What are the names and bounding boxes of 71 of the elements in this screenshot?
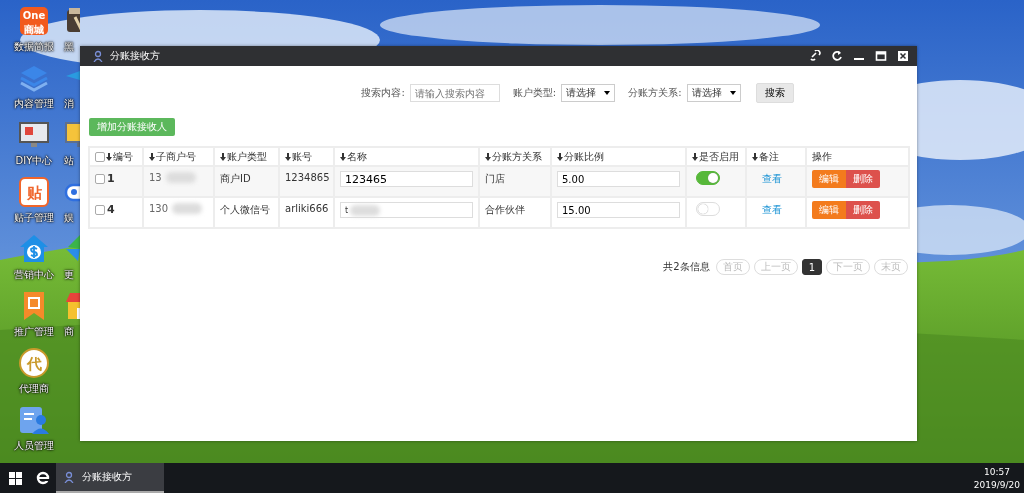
clock-time: 10:57 [983,466,1010,477]
table-cell: 4 [107,203,115,216]
name-field[interactable]: t [340,202,473,218]
table-cell: arliki666 [285,203,329,214]
icon-label: 内容管理 [14,97,54,111]
window-title: 分账接收方 [110,49,161,63]
clock-date: 2019/9/20 [973,479,1020,490]
icon-label: DIY中心 [15,154,53,168]
browser-e-icon[interactable] [35,471,50,485]
checkbox[interactable] [95,204,105,215]
sort-arrow-icon[interactable] [340,152,346,161]
icon-label: 推广管理 [14,325,54,339]
table-cell: 1234865 [285,172,330,183]
taskbar-button[interactable]: 分账接收方 [56,463,164,493]
icon-label: 代理商 [19,382,49,396]
shop-icon[interactable] [64,290,80,322]
record-count: 共2条信息 [663,260,710,274]
icon-label: 人员管理 [14,439,54,453]
sort-arrow-icon[interactable] [485,152,491,161]
table-cell: 合作伙伴 [485,204,525,215]
sort-arrow-icon[interactable] [692,152,698,161]
dropdown[interactable]: 请选择 [686,84,741,102]
column-header[interactable]: 名称 [347,149,367,164]
sort-arrow-icon[interactable] [557,152,563,161]
field-label: 搜索内容: [361,86,405,100]
sort-arrow-icon[interactable] [220,152,226,161]
user-icon [64,471,74,483]
search-button[interactable]: 搜索 [755,83,794,103]
ratio-field[interactable]: 15.00 [557,202,680,218]
table-cell: 13 [149,172,162,183]
icon-label: 站 [64,154,74,168]
maximize-icon[interactable] [875,50,887,62]
id-card-icon[interactable] [18,404,50,436]
icon-label: 消 [64,97,74,111]
user-icon [92,50,104,62]
table-cell: 130 [149,203,169,214]
search-field[interactable]: 请输入搜索内容 [409,84,500,102]
icon-label: 贴子管理 [14,211,54,225]
house-dollar-icon[interactable] [18,233,50,265]
icon-label: 黑 [64,40,74,54]
column-header[interactable]: 操作 [812,149,832,164]
table-cell: 1 [107,172,115,185]
icon-label: 营销中心 [14,268,54,282]
sort-arrow-icon[interactable] [106,152,112,161]
sort-arrow-icon[interactable] [752,152,758,161]
sort-arrow-icon[interactable] [149,152,155,161]
toggle-switch[interactable] [696,171,720,185]
page-button[interactable]: 1 [801,259,822,275]
dropdown[interactable]: 请选择 [561,84,616,102]
table-cell: 门店 [485,173,505,184]
refresh-icon[interactable] [831,50,843,62]
table-cell: 个人微信号 [220,204,270,215]
field-label: 分账方关系: [628,86,682,100]
icon-label: 商 [64,325,74,339]
sort-arrow-icon[interactable] [285,152,291,161]
icon-label: 娱 [64,211,74,225]
caret-icon [729,91,736,95]
view-link[interactable]: 查看 [762,204,782,215]
name-field[interactable]: 123465 [340,171,473,187]
windows-start-icon[interactable] [9,471,22,485]
icon-label: 更 [64,268,74,282]
checkbox[interactable] [95,151,105,162]
ratio-field[interactable]: 5.00 [557,171,680,187]
checkbox[interactable] [95,173,105,184]
delete-button[interactable]: 删除 [846,201,880,219]
link-icon[interactable] [809,50,821,62]
close-icon[interactable] [897,50,909,62]
delete-button[interactable]: 删除 [846,170,880,188]
table-cell: 商户ID [220,173,251,184]
caret-icon [604,91,611,95]
field-label: 账户类型: [512,86,557,100]
